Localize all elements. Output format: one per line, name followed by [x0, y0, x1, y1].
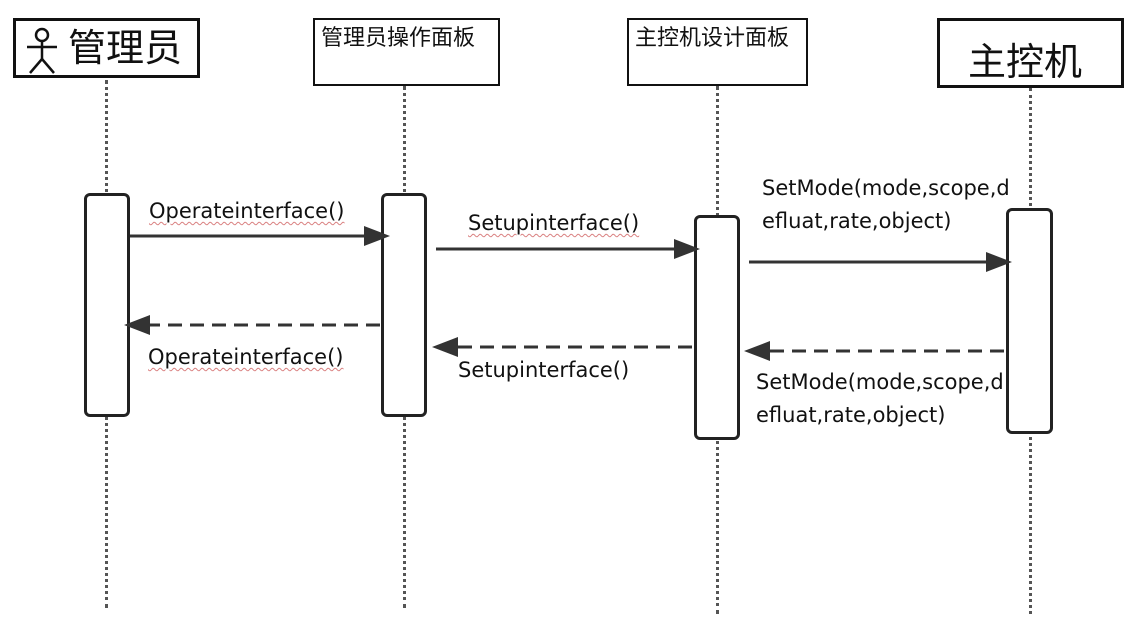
- message-arrows: [124, 226, 1012, 361]
- arrowhead-setmode-return: [744, 341, 770, 361]
- arrowhead-setup-call: [674, 239, 700, 259]
- arrowhead-operate-return: [124, 315, 150, 335]
- arrowhead-operate-call: [364, 226, 390, 246]
- arrowhead-setmode-call: [986, 252, 1012, 272]
- message-label-setmode-call: SetMode(mode,scope,defluat,rate,object): [762, 176, 1010, 233]
- arrowhead-setup-return: [432, 337, 458, 357]
- message-label-setmode-return: SetMode(mode,scope,defluat,rate,object): [756, 370, 1004, 427]
- message-label-setup-return: Setupinterface(): [458, 358, 630, 382]
- message-label-setup-call: Setupinterface(): [468, 211, 640, 235]
- message-label-operate-return: Operateinterface(): [148, 345, 344, 369]
- sequence-diagram: 管理员 管理员操作面板 主控机设计面板 主控机 Operateinterface…: [0, 0, 1142, 637]
- message-label-operate-call: Operateinterface(): [149, 199, 345, 223]
